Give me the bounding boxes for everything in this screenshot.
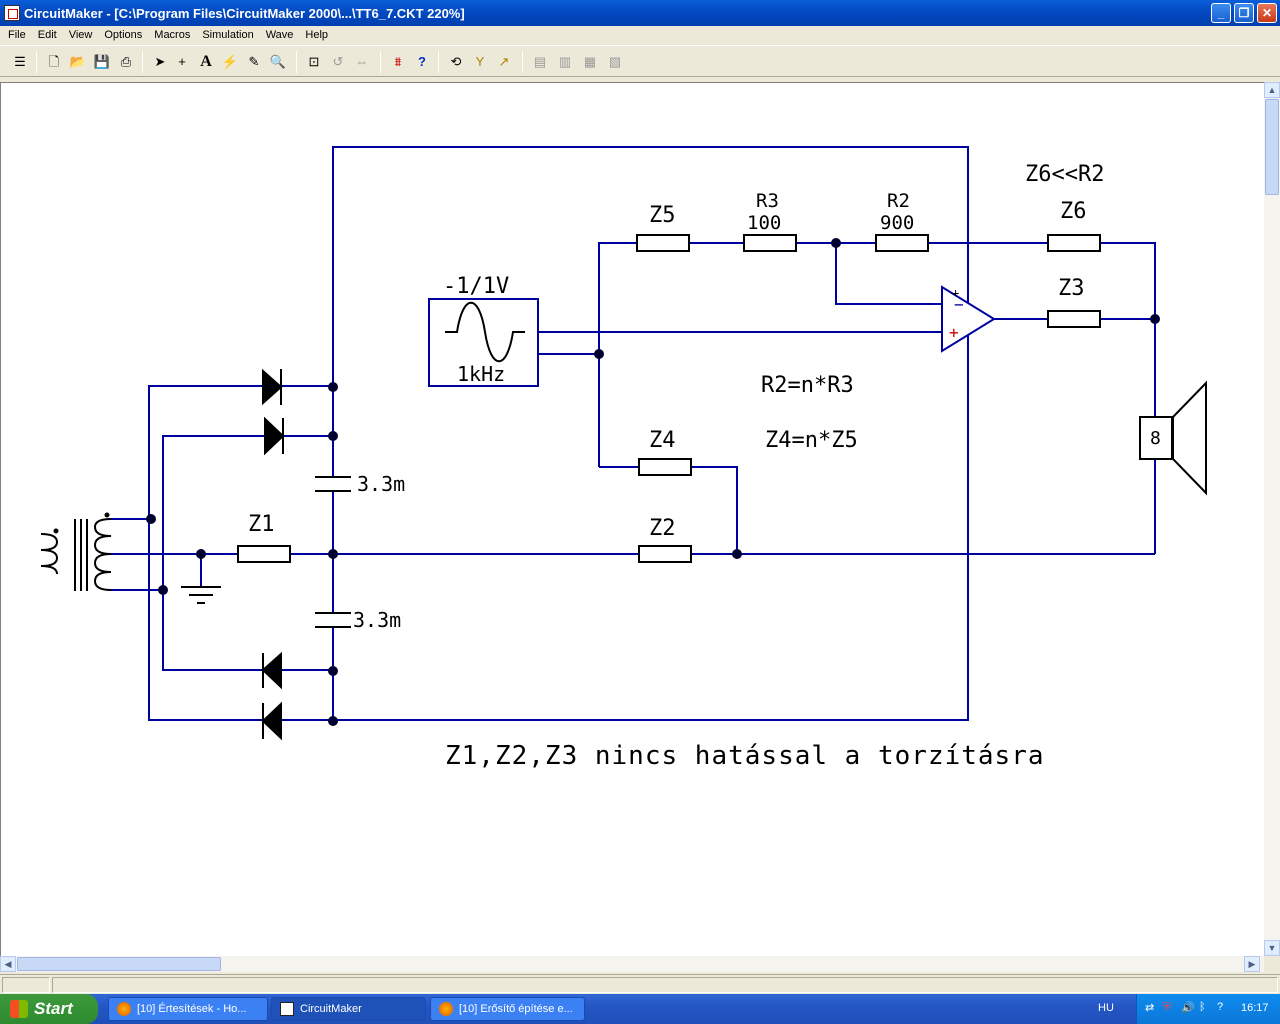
print-icon[interactable]: ⎙ — [116, 52, 136, 72]
open-folder-icon[interactable]: 📂 — [68, 52, 88, 72]
source-frequency-label: 1kHz — [457, 362, 505, 386]
task-firefox-erosito[interactable]: [10] Erősítő építése e... — [430, 997, 585, 1021]
task-label: [10] Értesítések - Ho... — [137, 1003, 247, 1015]
windows-flag-icon — [10, 1000, 28, 1018]
horizontal-scroll-thumb[interactable] — [17, 957, 221, 971]
text-tool-icon[interactable]: A — [196, 52, 216, 72]
r3-value: 100 — [747, 212, 781, 234]
vertical-scroll-thumb[interactable] — [1265, 99, 1279, 195]
status-bar — [0, 974, 1280, 994]
menu-help[interactable]: Help — [299, 29, 334, 41]
align3-icon[interactable]: ▦ — [580, 52, 600, 72]
z4-label: Z4 — [649, 428, 676, 453]
shield-icon[interactable]: ⛨ — [1163, 1001, 1171, 1014]
analog-probe-icon[interactable]: ↗ — [494, 52, 514, 72]
r3-label: R3 — [756, 190, 779, 212]
start-button[interactable]: Start — [0, 994, 98, 1024]
task-label: [10] Erősítő építése e... — [459, 1003, 573, 1015]
menu-wave[interactable]: Wave — [260, 29, 300, 41]
junctions — [146, 238, 1160, 726]
minimize-button[interactable]: _ — [1211, 3, 1231, 23]
scroll-left-button[interactable]: ◀ — [0, 956, 16, 972]
netlist-icon[interactable]: ⩩ — [388, 52, 408, 72]
start-label: Start — [34, 999, 73, 1018]
circuitmaker-icon — [280, 1002, 294, 1016]
menu-edit[interactable]: Edit — [32, 29, 63, 41]
bluetooth-icon[interactable]: ᛒ — [1199, 1001, 1206, 1013]
equation-r2: R2=n*R3 — [761, 373, 854, 398]
transformer-icon — [40, 512, 112, 591]
language-indicator[interactable]: HU — [1098, 1002, 1114, 1014]
close-button[interactable]: ✕ — [1257, 3, 1277, 23]
zoom-tool-icon[interactable]: 🔍 — [268, 52, 288, 72]
network-icon[interactable]: ⇄ — [1145, 1001, 1154, 1014]
vertical-scrollbar[interactable]: ▲ ▼ — [1264, 82, 1280, 956]
status-cell-1 — [2, 977, 50, 993]
z1-label: Z1 — [248, 512, 275, 537]
r2-label: R2 — [887, 190, 910, 212]
help-icon[interactable]: ? — [412, 52, 432, 72]
tree-icon[interactable]: ☰ — [10, 52, 30, 72]
task-firefox-ertesitesek[interactable]: [10] Értesítések - Ho... — [108, 997, 268, 1021]
cap-top-label: 3.3m — [357, 472, 405, 496]
wire-tool-icon[interactable]: + — [172, 52, 192, 72]
align2-icon[interactable]: ▥ — [555, 52, 575, 72]
r2-value: 900 — [880, 212, 914, 234]
menu-simulation[interactable]: Simulation — [196, 29, 259, 41]
resistors — [237, 234, 1101, 563]
digital-probe-icon[interactable]: Y — [470, 52, 490, 72]
new-file-icon[interactable]: 🗋 — [44, 52, 64, 72]
save-icon[interactable]: 💾 — [92, 52, 112, 72]
zoom-fit-icon[interactable]: ⊡ — [304, 52, 324, 72]
mirror-icon[interactable]: ⇔ — [352, 52, 372, 72]
delete-tool-icon[interactable]: ✎ — [244, 52, 264, 72]
volume-icon[interactable]: 🔊 — [1181, 1001, 1195, 1014]
task-circuitmaker[interactable]: CircuitMaker — [271, 997, 426, 1021]
equation-z4: Z4=n*Z5 — [765, 428, 858, 453]
svg-text:+: + — [952, 286, 959, 300]
menu-bar: File Edit View Options Macros Simulation… — [0, 26, 1280, 44]
z6-label: Z6 — [1060, 199, 1087, 224]
window-title: CircuitMaker - [C:\Program Files\Circuit… — [24, 5, 465, 21]
z5-label: Z5 — [649, 203, 676, 228]
speaker-impedance-label: 8 — [1150, 428, 1161, 449]
status-cell-2 — [52, 977, 1278, 993]
clock[interactable]: 16:17 — [1241, 1002, 1269, 1014]
z6-note: Z6<<R2 — [1025, 162, 1104, 187]
undo-icon[interactable]: ⟲ — [446, 52, 466, 72]
menu-view[interactable]: View — [63, 29, 99, 41]
task-label: CircuitMaker — [300, 1003, 362, 1015]
toolbar: ☰ 🗋 📂 💾 ⎙ ➤ + A ⚡ ✎ 🔍 ⊡ ↺ ⇔ ⩩ ? ⟲ Y ↗ ▤ … — [0, 45, 1280, 77]
menu-options[interactable]: Options — [98, 29, 148, 41]
probe-tool-icon[interactable]: ⚡ — [220, 52, 240, 72]
horizontal-scrollbar[interactable]: ◀ ▶ — [0, 956, 1264, 972]
align4-icon[interactable]: ▧ — [605, 52, 625, 72]
title-bar: CircuitMaker - [C:\Program Files\Circuit… — [0, 0, 1280, 26]
app-icon — [4, 5, 20, 21]
help-tray-icon[interactable]: ? — [1217, 1001, 1223, 1013]
schematic-canvas[interactable]: − + + -1/1V 1kHz Z5 R3 100 R2 900 Z6<<R2… — [0, 82, 1264, 956]
taskbar: Start [10] Értesítések - Ho... CircuitMa… — [0, 994, 1280, 1024]
firefox-icon — [117, 1002, 131, 1016]
z3-label: Z3 — [1058, 276, 1085, 301]
opamp-plus: + — [949, 323, 959, 342]
align-icon[interactable]: ▤ — [530, 52, 550, 72]
system-tray: ⇄ ⛨ 🔊 ᛒ ? 16:17 — [1136, 994, 1280, 1024]
menu-macros[interactable]: Macros — [148, 29, 196, 41]
rotate-icon[interactable]: ↺ — [328, 52, 348, 72]
z2-label: Z2 — [649, 516, 676, 541]
scroll-right-button[interactable]: ▶ — [1244, 956, 1260, 972]
arrow-tool-icon[interactable]: ➤ — [150, 52, 170, 72]
restore-button[interactable]: ❐ — [1234, 3, 1254, 23]
cap-bottom-label: 3.3m — [353, 608, 401, 632]
source-amplitude-label: -1/1V — [443, 274, 509, 299]
menu-file[interactable]: File — [2, 29, 32, 41]
scroll-up-button[interactable]: ▲ — [1264, 82, 1280, 98]
scroll-down-button[interactable]: ▼ — [1264, 940, 1280, 956]
firefox-icon — [439, 1002, 453, 1016]
note-text: Z1,Z2,Z3 nincs hatással a torzításra — [445, 741, 1045, 771]
ground-icon — [181, 586, 221, 604]
